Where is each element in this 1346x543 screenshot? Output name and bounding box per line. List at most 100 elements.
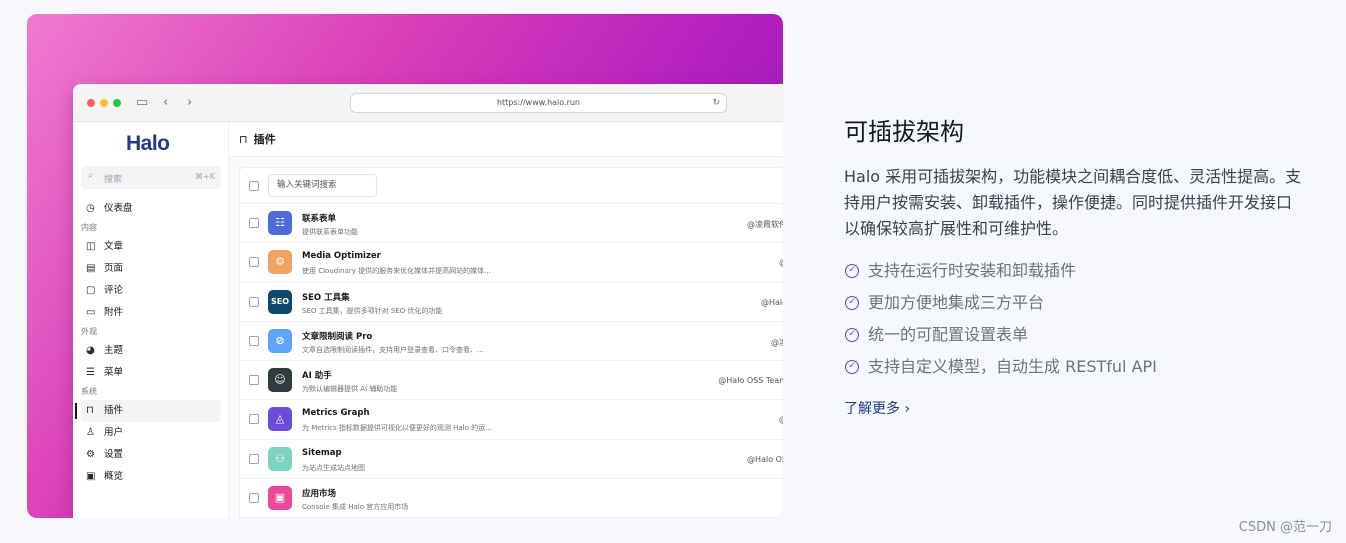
plugin-logo-icon: SEO [268, 289, 292, 314]
learn-more-link[interactable]: 了解更多 › [844, 398, 1314, 418]
plugin-name[interactable]: Media Optimizer [302, 251, 381, 261]
nav-group-system: 系统 [81, 387, 97, 396]
plugin-description: 提供联系表单功能 [302, 228, 358, 236]
row-checkbox[interactable] [249, 375, 259, 386]
select-all-checkbox[interactable] [249, 181, 259, 191]
check-circle-icon: ✓ [845, 296, 859, 310]
row-checkbox[interactable] [249, 257, 259, 268]
keyword-search-input[interactable]: 输入关键词搜索 [268, 174, 377, 197]
plugin-row[interactable]: ☺ AI 助手 为默认编辑器提供 AI 辅助功能 @Halo OSS Team [240, 361, 783, 401]
plugin-row[interactable]: ⚙ Media Optimizer 使用 Cloudinary 提供的服务来优化媒体… [240, 243, 783, 283]
palette-icon: ◕ [86, 345, 95, 356]
plugin-description: 使用 Cloudinary 提供的服务来优化媒体并提高网站的媒体... [302, 267, 491, 276]
feature-item: ✓ 更加方便地集成三方平台 [844, 292, 1314, 324]
plugin-row[interactable]: ☷ 联系表单 提供联系表单功能 @凌霞软件 [240, 204, 783, 244]
close-dot-icon[interactable] [87, 99, 95, 107]
sidebar-item-label: 评论 [104, 285, 124, 296]
back-arrow-icon[interactable]: ‹ [163, 94, 168, 112]
sidebar-item-label: 用户 [104, 427, 124, 438]
plugin-author: @Halo [760, 297, 783, 307]
user-icon: ♙ [86, 427, 95, 438]
sidebar-item-settings[interactable]: ⚙ 设置 [81, 444, 221, 466]
sidebar-item-pages[interactable]: ▤ 页面 [81, 258, 221, 280]
dashboard-icon: ◷ [86, 203, 95, 214]
feature-item: ✓ 统一的可配置设置表单 [844, 324, 1314, 356]
sidebar-item-label: 主题 [104, 345, 124, 356]
folder-icon: ▭ [86, 307, 96, 318]
row-checkbox[interactable] [249, 296, 259, 307]
plug-icon: ⊓ [86, 405, 94, 416]
maximize-dot-icon[interactable] [113, 99, 121, 107]
reload-icon[interactable]: ↻ [712, 94, 720, 112]
sidebar-item-attachments[interactable]: ▭ 附件 [81, 302, 221, 324]
sidebar-item-posts[interactable]: ◫ 文章 [81, 236, 221, 258]
sidebar-item-label: 概览 [104, 471, 124, 482]
posts-icon: ◫ [86, 241, 96, 252]
plugin-name[interactable]: 文章限制阅读 Pro [302, 330, 372, 342]
minimize-dot-icon[interactable] [100, 99, 108, 107]
sidebar-item-label: 插件 [104, 405, 124, 416]
plugin-author: @Halo OS [747, 454, 783, 464]
plugin-row[interactable]: SEO SEO 工具集 SEO 工具集，提供多项针对 SEO 优化的功能 @Halo [240, 283, 783, 322]
sidebar-item-menus[interactable]: ☰ 菜单 [81, 362, 221, 384]
search-icon: ⌕ [88, 170, 94, 181]
browser-toolbar: ▭ ‹ › https://www.halo.run ↻ [73, 84, 783, 122]
showcase-card: ▭ ‹ › https://www.halo.run ↻ Halo ⌕ 搜索 ⌘… [27, 14, 783, 518]
feature-list: ✓ 支持在运行时安装和卸载插件 ✓ 更加方便地集成三方平台 ✓ 统一的可配置设置… [844, 260, 1314, 388]
plugin-name[interactable]: SEO 工具集 [302, 291, 350, 303]
sidebar-toggle-icon[interactable]: ▭ [136, 94, 148, 112]
plugin-description: Console 集成 Halo 官方应用市场 [302, 503, 409, 512]
check-circle-icon: ✓ [845, 328, 859, 342]
terminal-icon: ▣ [86, 471, 96, 482]
search-placeholder: 搜索 [104, 175, 123, 185]
plugin-name[interactable]: Metrics Graph [302, 408, 370, 418]
check-circle-icon: ✓ [845, 264, 859, 278]
row-checkbox[interactable] [249, 453, 259, 464]
plugin-row[interactable]: ▣ 应用市场 Console 集成 Halo 官方应用市场 [240, 479, 783, 518]
plugin-description: SEO 工具集，提供多项针对 SEO 优化的功能 [302, 306, 443, 315]
sidebar-item-plugins[interactable]: ⊓ 插件 [75, 400, 221, 422]
nav-group-content: 内容 [81, 223, 97, 232]
plugin-author: @ [779, 258, 783, 267]
plugin-row[interactable]: ◬ Metrics Graph 为 Metrics 指标数据提供可视化以便更好的观测… [240, 400, 783, 440]
plugin-logo-icon: ◬ [268, 407, 292, 432]
sidebar-item-themes[interactable]: ◕ 主题 [81, 340, 221, 362]
row-checkbox[interactable] [249, 335, 259, 346]
sidebar-item-overview[interactable]: ▣ 概览 [81, 466, 221, 488]
console-sidebar: Halo ⌕ 搜索 ⌘+K ◷ 仪表盘 内容 ◫ 文章 ▤ 页面 ▢ 评论 ▭ … [73, 122, 229, 518]
nav-group-appearance: 外观 [81, 327, 97, 336]
plugin-logo-icon: ☺ [268, 368, 292, 393]
sidebar-item-users[interactable]: ♙ 用户 [81, 422, 221, 444]
row-checkbox[interactable] [249, 493, 259, 504]
halo-logo[interactable]: Halo [126, 132, 170, 156]
forward-arrow-icon[interactable]: › [187, 94, 192, 112]
feature-item: ✓ 支持自定义模型，自动生成 RESTful API [844, 356, 1314, 388]
plugin-author: @Halo OSS Team [718, 376, 783, 386]
sidebar-search[interactable]: ⌕ 搜索 ⌘+K [81, 166, 221, 189]
address-bar[interactable]: https://www.halo.run ↻ [350, 93, 727, 113]
sidebar-item-label: 文章 [104, 241, 124, 252]
sidebar-item-label: 菜单 [104, 367, 124, 378]
sidebar-item-comments[interactable]: ▢ 评论 [81, 280, 221, 302]
plugin-name[interactable]: 应用市场 [302, 487, 336, 499]
plugin-name[interactable]: 联系表单 [302, 212, 336, 224]
feature-text: 统一的可配置设置表单 [868, 325, 1029, 344]
plugin-logo-icon: ⚙ [268, 250, 292, 275]
plugin-row[interactable]: ⚇ Sitemap 为站点生成站点地图 @Halo OS [240, 440, 783, 480]
pages-icon: ▤ [86, 263, 96, 274]
sidebar-item-label: 页面 [104, 263, 124, 274]
plugin-rows: ☷ 联系表单 提供联系表单功能 @凌霞软件 ⚙ Media Optimizer 使用 Clo… [240, 204, 783, 518]
plugin-logo-icon: ⚇ [268, 446, 292, 471]
plugin-logo-icon: ⊘ [268, 328, 292, 353]
sidebar-item-label: 设置 [104, 449, 124, 460]
sidebar-item-dashboard[interactable]: ◷ 仪表盘 [81, 198, 221, 220]
plugin-description: 为 Metrics 指标数据提供可视化以便更好的观测 Halo 的运... [302, 424, 492, 433]
plugin-row[interactable]: ⊘ 文章限制阅读 Pro 文章自选限制阅读插件，支持用户登录查看、口令查看、... @… [240, 322, 783, 362]
comments-icon: ▢ [86, 285, 96, 296]
row-checkbox[interactable] [249, 414, 259, 425]
row-checkbox[interactable] [249, 218, 259, 228]
plugin-name[interactable]: AI 助手 [302, 369, 332, 381]
plugin-name[interactable]: Sitemap [302, 448, 342, 458]
gear-icon: ⚙ [86, 449, 95, 460]
page-title: 插件 [253, 133, 276, 146]
